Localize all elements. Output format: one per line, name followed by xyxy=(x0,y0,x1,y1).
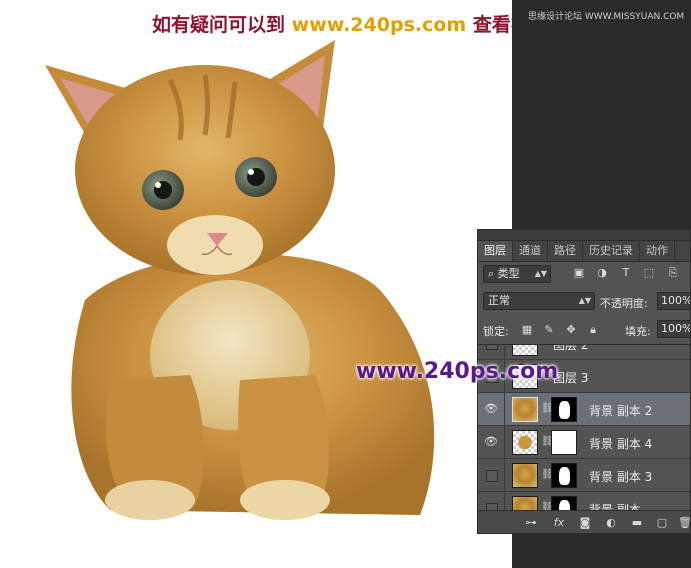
lock-position-icon[interactable]: ✥ xyxy=(564,323,578,337)
divider xyxy=(504,345,505,360)
tab-actions[interactable]: 动作 xyxy=(640,241,675,261)
divider xyxy=(504,393,505,426)
fx-icon[interactable]: fx xyxy=(552,516,566,530)
panel-tabs: 图层 通道 路径 历史记录 动作 xyxy=(478,241,690,262)
blend-mode-select[interactable]: 正常 ▲▼ xyxy=(483,292,595,310)
layer-mask-thumbnail[interactable] xyxy=(551,463,577,488)
eye-icon[interactable]: 👁︎ xyxy=(482,401,500,417)
lock-label: 锁定: xyxy=(483,325,509,338)
banner-url: www.240ps.com xyxy=(291,14,467,36)
divider xyxy=(504,426,505,459)
layer-thumbnail xyxy=(512,430,538,455)
divider xyxy=(504,459,505,492)
visibility-toggle[interactable] xyxy=(486,470,498,482)
tab-history[interactable]: 历史记录 xyxy=(583,241,640,261)
layer-row[interactable]: 图层 2 xyxy=(478,344,690,360)
shape-filter-icon[interactable]: ⬚ xyxy=(642,266,656,280)
layer-name: 背景 副本 3 xyxy=(589,470,653,484)
lock-row: 锁定: ▦ ✎ ✥ 🔒︎ 填充: 100% xyxy=(478,318,690,342)
layer-name: 图层 3 xyxy=(553,371,589,385)
adjustment-filter-icon[interactable]: ◑ xyxy=(595,266,609,280)
site-watermark: www.240ps.com xyxy=(356,359,559,384)
layer-thumbnail xyxy=(512,345,538,356)
document-canvas[interactable]: 如有疑问可以到 www.240ps.com 查看视频教程 xyxy=(0,0,512,568)
opacity-label: 不透明度: xyxy=(600,297,648,310)
layer-name: 背景 副本 2 xyxy=(589,404,653,418)
type-filter-icon[interactable]: T xyxy=(619,266,633,280)
tutorial-banner: 如有疑问可以到 www.240ps.com 查看视频教程 xyxy=(152,10,512,37)
eye-icon[interactable]: 👁︎ xyxy=(482,434,500,450)
fill-label: 填充: xyxy=(625,325,651,338)
blend-mode-value: 正常 xyxy=(488,294,510,307)
layer-mask-thumbnail[interactable] xyxy=(551,397,577,422)
layer-mask-thumbnail[interactable] xyxy=(551,430,577,455)
fill-field[interactable]: 100% xyxy=(657,320,690,338)
panel-drag-strip[interactable] xyxy=(478,230,690,241)
layer-thumbnail xyxy=(512,463,538,488)
banner-prefix: 如有疑问可以到 xyxy=(152,14,286,36)
panel-bottom-toolbar: ⊶ fx ◙ ◐ ▬ ▢ 🗑︎ xyxy=(478,510,690,533)
layer-row[interactable]: 👁︎ ⛓ 背景 副本 4 xyxy=(478,426,690,459)
tab-channels[interactable]: 通道 xyxy=(513,241,548,261)
chevron-updown-icon: ▲▼ xyxy=(578,296,591,305)
blend-row: 正常 ▲▼ 不透明度: 100% xyxy=(478,290,690,314)
filter-kind-select[interactable]: ⌕ 类型 ▲▼ xyxy=(483,265,551,283)
lock-transparency-icon[interactable]: ▦ xyxy=(520,323,534,337)
adjustment-layer-icon[interactable]: ◐ xyxy=(604,516,618,530)
mask-link-icon[interactable]: ⛓ xyxy=(541,436,554,448)
visibility-toggle[interactable] xyxy=(486,345,498,350)
layer-name: 背景 副本 4 xyxy=(589,437,653,451)
chevron-updown-icon: ▲▼ xyxy=(534,269,547,278)
smart-object-filter-icon[interactable]: ⎘ xyxy=(666,266,680,280)
opacity-field[interactable]: 100% xyxy=(657,292,690,310)
tab-layers[interactable]: 图层 xyxy=(478,241,513,261)
link-layers-icon[interactable]: ⊶ xyxy=(524,516,538,530)
mask-link-icon[interactable]: ⛓ xyxy=(541,469,554,481)
layer-name: 图层 2 xyxy=(553,344,589,352)
new-layer-icon[interactable]: ▢ xyxy=(655,516,669,530)
tab-paths[interactable]: 路径 xyxy=(548,241,583,261)
delete-icon[interactable]: 🗑︎ xyxy=(678,516,690,530)
new-group-icon[interactable]: ▬ xyxy=(630,516,644,530)
lock-paint-icon[interactable]: ✎ xyxy=(542,323,556,337)
filter-row: ⌕ 类型 ▲▼ ▣ ◑ T ⬚ ⎘ xyxy=(478,262,690,286)
banner-suffix: 查看视频教程 xyxy=(472,14,512,36)
lock-all-icon[interactable]: 🔒︎ xyxy=(586,323,600,337)
layer-row-selected[interactable]: 👁︎ ⛓ 背景 副本 2 xyxy=(478,393,690,426)
add-mask-icon[interactable]: ◙ xyxy=(578,516,592,530)
search-icon: ⌕ xyxy=(488,267,498,280)
layer-row[interactable]: ⛓ 背景 副本 3 xyxy=(478,459,690,492)
image-filter-icon[interactable]: ▣ xyxy=(572,266,586,280)
layer-thumbnail xyxy=(512,397,538,422)
kitten-photo xyxy=(45,40,435,520)
filter-kind-value: 类型 xyxy=(497,267,520,280)
corner-watermark: 思缘设计论坛 WWW.MISSYUAN.COM xyxy=(528,12,685,22)
mask-link-icon[interactable]: ⛓ xyxy=(541,403,554,415)
